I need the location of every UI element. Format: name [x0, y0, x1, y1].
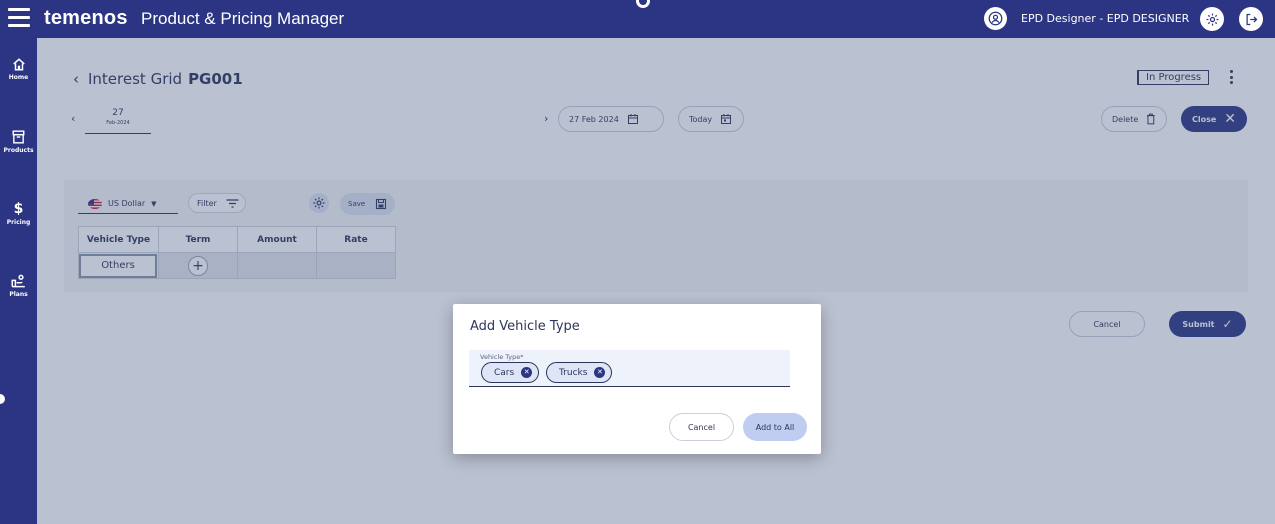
remove-chip-icon[interactable]: ✕	[521, 367, 533, 378]
sidebar-item-plans[interactable]: Plans	[0, 274, 37, 298]
chip-trucks[interactable]: Trucks ✕	[546, 362, 613, 383]
gear-icon[interactable]	[1200, 7, 1224, 31]
sidebar-item-home[interactable]: Home	[0, 58, 37, 81]
sidebar-toggle-handle[interactable]	[0, 394, 5, 404]
dollar-icon: $	[13, 201, 24, 217]
add-vehicle-type-dialog: Add Vehicle Type Vehicle Type* Cars ✕ Tr…	[453, 304, 821, 454]
sidebar: Home Products $ Pricing Plans	[0, 38, 37, 524]
add-to-all-button[interactable]: Add to All	[743, 413, 807, 441]
logout-icon[interactable]	[1239, 7, 1263, 31]
top-bar: temenos Product & Pricing Manager EPD De…	[0, 0, 1275, 38]
app-title: Product & Pricing Manager	[141, 9, 345, 28]
sidebar-item-label: Plans	[9, 291, 28, 298]
chip-cars[interactable]: Cars ✕	[481, 362, 540, 383]
chip-label: Cars	[494, 367, 515, 378]
user-name[interactable]: EPD Designer - EPD DESIGNER	[1021, 12, 1189, 25]
vehicle-type-field-label: Vehicle Type*	[480, 353, 524, 361]
sidebar-item-label: Products	[3, 147, 34, 154]
brand-logo: temenos	[44, 7, 128, 29]
home-icon	[12, 58, 25, 71]
chip-label: Trucks	[559, 367, 588, 378]
sidebar-item-pricing[interactable]: $ Pricing	[0, 202, 37, 226]
products-icon	[12, 130, 25, 144]
notch-indicator	[636, 0, 650, 8]
menu-icon[interactable]	[8, 8, 30, 28]
plans-icon	[11, 274, 25, 288]
sidebar-item-label: Home	[8, 74, 29, 81]
dialog-title: Add Vehicle Type	[470, 319, 580, 334]
vehicle-type-chip-input[interactable]: Vehicle Type* Cars ✕ Trucks ✕	[469, 350, 790, 387]
dialog-cancel-button[interactable]: Cancel	[669, 413, 734, 441]
user-icon[interactable]	[984, 7, 1007, 30]
sidebar-item-products[interactable]: Products	[0, 130, 37, 154]
remove-chip-icon[interactable]: ✕	[594, 367, 606, 378]
sidebar-item-label: Pricing	[6, 219, 31, 226]
